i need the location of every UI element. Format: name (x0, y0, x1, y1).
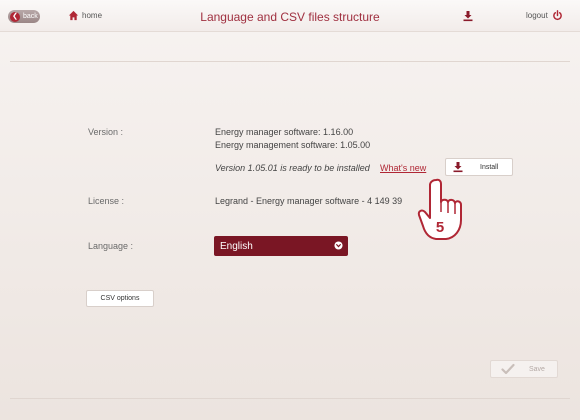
update-notice: Version 1.05.01 is ready to be installed (215, 163, 370, 173)
page-title: Language and CSV files structure (200, 10, 380, 24)
divider (10, 61, 570, 62)
install-button[interactable]: Install (445, 158, 513, 176)
divider (10, 398, 570, 399)
logout-button[interactable]: logout (526, 10, 563, 21)
whats-new-link[interactable]: What's new (380, 163, 426, 173)
license-label: License : (88, 196, 125, 206)
csv-options-button[interactable]: CSV options (86, 290, 154, 307)
license-value: Legrand - Energy manager software - 4 14… (215, 196, 403, 206)
energy-management-version: Energy management software: 1.05.00 (215, 140, 371, 150)
install-label: Install (480, 163, 499, 171)
check-icon (501, 363, 515, 375)
language-select[interactable]: English (214, 236, 348, 256)
save-label: Save (529, 365, 545, 373)
download-icon[interactable] (462, 10, 474, 22)
language-label: Language : (88, 241, 134, 251)
top-bar: ❮ back home Language and CSV files struc… (0, 0, 580, 32)
save-button[interactable]: Save (490, 360, 558, 378)
energy-manager-version: Energy manager software: 1.16.00 (215, 127, 354, 137)
version-label: Version : (88, 127, 124, 137)
pointing-hand-icon: 5 (417, 178, 462, 240)
callout-number: 5 (436, 219, 444, 236)
logout-label: logout (526, 11, 548, 20)
download-icon (453, 162, 463, 173)
chevron-down-icon (334, 241, 343, 250)
language-selected: English (220, 240, 253, 252)
power-icon (552, 10, 562, 21)
